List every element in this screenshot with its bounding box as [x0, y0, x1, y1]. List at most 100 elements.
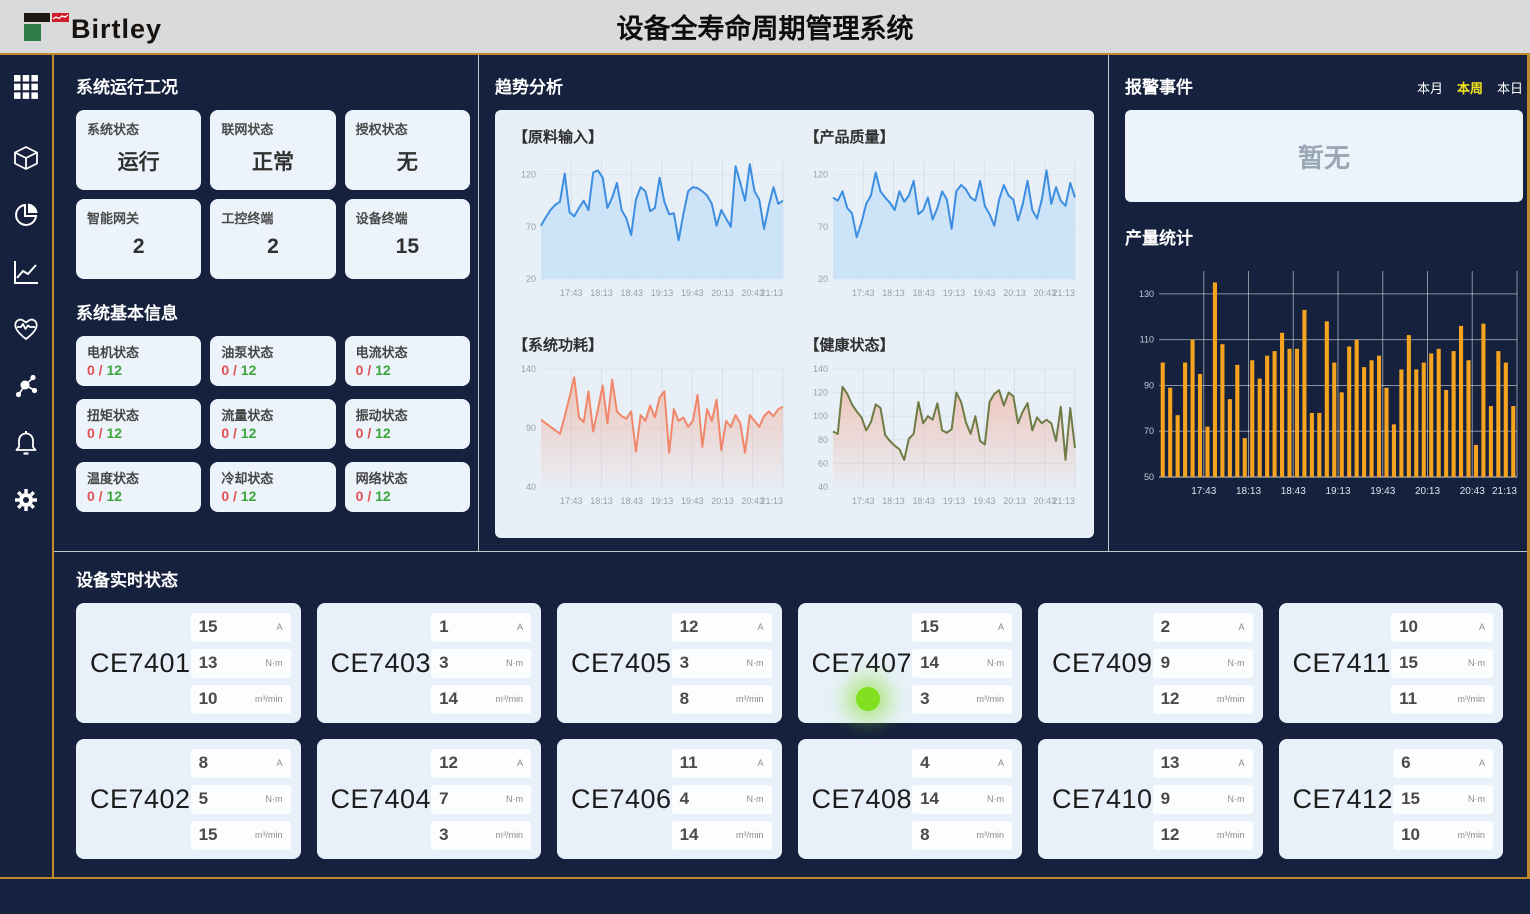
metric-unit: N·m: [1228, 794, 1245, 804]
device-name: CE7410: [1052, 784, 1153, 815]
device-metrics: 11A4N·m14m³/min: [672, 749, 772, 850]
metric-row: 3N·m: [672, 649, 772, 678]
info-card-count: 0 / 12: [356, 488, 459, 504]
alarm-tab-本日[interactable]: 本日: [1497, 78, 1523, 97]
svg-text:40: 40: [817, 482, 827, 492]
metric-unit: A: [276, 622, 282, 632]
device-card-CE7409[interactable]: CE74092A9N·m12m³/min: [1038, 603, 1263, 723]
metric-value: 12: [1161, 689, 1180, 709]
device-grid: CE740115A13N·m10m³/minCE74031A3N·m14m³/m…: [76, 603, 1503, 859]
metric-row: 11m³/min: [1391, 685, 1493, 714]
metric-row: 1A: [431, 613, 531, 642]
svg-text:17:43: 17:43: [851, 288, 874, 298]
svg-text:20:13: 20:13: [1415, 486, 1440, 497]
svg-text:17:43: 17:43: [851, 496, 874, 506]
metric-unit: A: [517, 622, 523, 632]
metric-unit: N·m: [266, 794, 283, 804]
chart-power-title: 【系统功耗】: [513, 334, 793, 355]
info-count-total: 12: [241, 362, 257, 378]
metric-value: 10: [1401, 825, 1420, 845]
main-content: 系统运行工况 系统状态运行联网状态正常授权状态无智能网关2工控终端2设备终端15…: [54, 55, 1527, 877]
info-card: 扭矩状态0 / 12: [76, 399, 201, 449]
svg-text:40: 40: [526, 482, 536, 492]
device-card-CE7404[interactable]: CE740412A7N·m3m³/min: [317, 739, 542, 859]
info-card-label: 电机状态: [87, 342, 190, 361]
device-card-CE7412[interactable]: CE74126A15N·m10m³/min: [1279, 739, 1504, 859]
status-card: 设备终端 15: [345, 199, 470, 279]
cube-icon[interactable]: [12, 144, 40, 172]
svg-text:19:43: 19:43: [972, 288, 995, 298]
status-card-value: 15: [356, 235, 459, 259]
device-card-CE7403[interactable]: CE74031A3N·m14m³/min: [317, 603, 542, 723]
metric-unit: m³/min: [977, 830, 1005, 840]
topology-icon[interactable]: [12, 372, 40, 400]
info-card: 温度状态0 / 12: [76, 462, 201, 512]
device-metrics: 4A14N·m8m³/min: [912, 749, 1012, 850]
metric-value: 4: [920, 753, 929, 773]
metric-value: 12: [439, 753, 458, 773]
info-count-total: 12: [375, 488, 391, 504]
svg-text:140: 140: [812, 364, 827, 374]
status-card-label: 设备终端: [356, 208, 459, 227]
device-card-CE7411[interactable]: CE741110A15N·m11m³/min: [1279, 603, 1504, 723]
info-count-current: 0 /: [87, 488, 106, 504]
metric-unit: m³/min: [736, 830, 764, 840]
footer-bar: [0, 877, 1530, 912]
device-card-CE7408[interactable]: CE74084A14N·m8m³/min: [798, 739, 1023, 859]
health-heart-icon[interactable]: [12, 315, 40, 343]
info-count-total: 12: [106, 362, 122, 378]
info-card-label: 温度状态: [87, 468, 190, 487]
sidebar: [0, 55, 54, 877]
metric-row: 9N·m: [1153, 785, 1253, 814]
line-chart-icon[interactable]: [12, 258, 40, 286]
device-card-CE7405[interactable]: CE740512A3N·m8m³/min: [557, 603, 782, 723]
device-metrics: 6A15N·m10m³/min: [1393, 749, 1493, 850]
metric-unit: A: [276, 758, 282, 768]
status-card-label: 联网状态: [221, 119, 324, 138]
metric-unit: N·m: [1468, 794, 1485, 804]
svg-text:70: 70: [817, 222, 827, 232]
device-name: CE7411: [1293, 648, 1392, 679]
metric-value: 14: [920, 653, 939, 673]
info-card-count: 0 / 12: [221, 362, 324, 378]
metric-unit: A: [1479, 622, 1485, 632]
info-count-total: 12: [375, 362, 391, 378]
metric-value: 15: [199, 825, 218, 845]
device-card-CE7402[interactable]: CE74028A5N·m15m³/min: [76, 739, 301, 859]
svg-text:19:13: 19:13: [942, 496, 965, 506]
metric-row: 14N·m: [912, 649, 1012, 678]
settings-gear-icon[interactable]: [12, 486, 40, 514]
metric-row: 15A: [191, 613, 291, 642]
apps-grid-icon[interactable]: [12, 73, 40, 101]
svg-text:90: 90: [1144, 380, 1154, 390]
device-metrics: 15A13N·m10m³/min: [191, 613, 291, 714]
metric-row: 13N·m: [191, 649, 291, 678]
info-card: 电流状态0 / 12: [345, 336, 470, 386]
status-card-label: 智能网关: [87, 208, 190, 227]
metric-row: 15m³/min: [191, 821, 291, 850]
metric-value: 14: [680, 825, 699, 845]
svg-text:17:43: 17:43: [560, 288, 583, 298]
info-card-label: 网络状态: [356, 468, 459, 487]
info-card-label: 电流状态: [356, 342, 459, 361]
metric-unit: N·m: [506, 658, 523, 668]
pie-chart-icon[interactable]: [12, 201, 40, 229]
status-card: 系统状态运行: [76, 110, 201, 190]
svg-text:21:13: 21:13: [760, 496, 783, 506]
panel-alarm-production: 报警事件 本月本周本日 暂无 产量统计 13011090705017:4318:…: [1108, 55, 1530, 551]
device-card-CE7401[interactable]: CE740115A13N·m10m³/min: [76, 603, 301, 723]
alarm-tab-本周[interactable]: 本周: [1457, 78, 1483, 97]
metric-value: 10: [1399, 617, 1418, 637]
chart-product-quality: 【产品质量】 120702017:4318:1318:4319:1319:432…: [801, 122, 1085, 324]
status-card-value: 2: [87, 235, 190, 259]
device-card-CE7407[interactable]: CE740715A14N·m3m³/min: [798, 603, 1023, 723]
chart-raw-input: 【原料输入】 120702017:4318:1318:4319:1319:432…: [509, 122, 793, 324]
content-frame: 系统运行工况 系统状态运行联网状态正常授权状态无智能网关2工控终端2设备终端15…: [0, 55, 1530, 877]
alarm-tab-本月[interactable]: 本月: [1417, 78, 1443, 97]
metric-value: 6: [1401, 753, 1410, 773]
svg-text:18:13: 18:13: [590, 288, 613, 298]
device-card-CE7406[interactable]: CE740611A4N·m14m³/min: [557, 739, 782, 859]
device-card-CE7410[interactable]: CE741013A9N·m12m³/min: [1038, 739, 1263, 859]
page-title: 设备全寿命周期管理系统: [0, 7, 1530, 46]
bell-icon[interactable]: [12, 429, 40, 457]
